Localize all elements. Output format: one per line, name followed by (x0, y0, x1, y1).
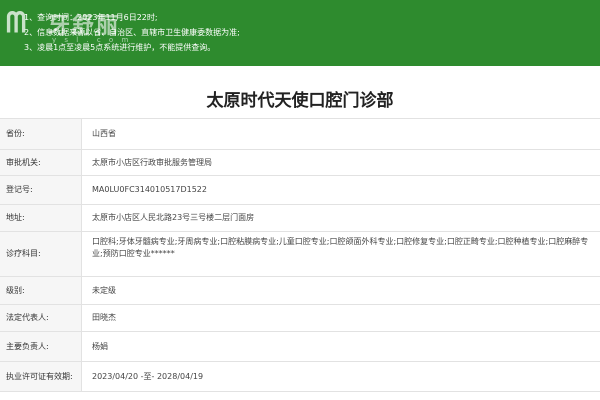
field-label: 诊疗科目: (0, 232, 82, 276)
field-label: 法定代表人: (0, 305, 82, 331)
field-value: 田晓杰 (92, 313, 116, 322)
field-value: 2023/04/20 -至- 2028/04/19 (92, 371, 204, 381)
field-value: 口腔科;牙体牙髓病专业;牙周病专业;口腔粘膜病专业;儿童口腔专业;口腔颌面外科专… (92, 237, 589, 258)
field-value: 太原市小店区行政审批服务管理局 (92, 157, 212, 167)
field-value: 杨娟 (92, 341, 108, 351)
field-label: 审批机关: (0, 150, 82, 175)
field-label: 地址: (0, 205, 82, 231)
info-row-address: 地址: 太原市小店区人民北路23号三号楼二层门面房 (0, 205, 600, 232)
field-value: 山西省 (92, 129, 116, 138)
field-value: 未定级 (92, 285, 116, 295)
notice-item: 2、信息数据来源以省、自治区、直辖市卫生健康委数据为准; (24, 28, 240, 37)
info-row-province: 省份: 山西省 (0, 119, 600, 150)
info-table: 省份: 山西省 审批机关: 太原市小店区行政审批服务管理局 登记号: MA0LU… (0, 118, 600, 392)
info-row-approval-authority: 审批机关: 太原市小店区行政审批服务管理局 (0, 150, 600, 176)
field-label: 登记号: (0, 176, 82, 204)
field-value: MA0LU0FC314010517D1522 (92, 185, 207, 194)
info-row-principal: 主要负责人: 杨娟 (0, 332, 600, 362)
field-label: 执业许可证有效期: (0, 362, 82, 391)
notice-item: 1、查询时间：2023年11月6日22时; (24, 13, 158, 22)
notice-item: 3、凌晨1点至凌晨5点系统进行维护，不能提供查询。 (24, 43, 216, 52)
notice-list: 1、查询时间：2023年11月6日22时; 2、信息数据来源以省、自治区、直辖市… (24, 10, 240, 55)
field-label: 省份: (0, 119, 82, 149)
info-row-departments: 诊疗科目: 口腔科;牙体牙髓病专业;牙周病专业;口腔粘膜病专业;儿童口腔专业;口… (0, 232, 600, 277)
info-row-registration-number: 登记号: MA0LU0FC314010517D1522 (0, 176, 600, 205)
field-value: 太原市小店区人民北路23号三号楼二层门面房 (92, 213, 255, 222)
info-row-level: 级别: 未定级 (0, 277, 600, 305)
notice-banner: ᗰ 牙舒丽 y s l . c o m 1、查询时间：2023年11月6日22时… (0, 0, 600, 66)
field-label: 主要负责人: (0, 332, 82, 361)
info-row-license-validity: 执业许可证有效期: 2023/04/20 -至- 2028/04/19 (0, 362, 600, 392)
info-row-legal-representative: 法定代表人: 田晓杰 (0, 305, 600, 332)
page-title: 太原时代天使口腔门诊部 (206, 91, 394, 111)
field-label: 级别: (0, 277, 82, 304)
